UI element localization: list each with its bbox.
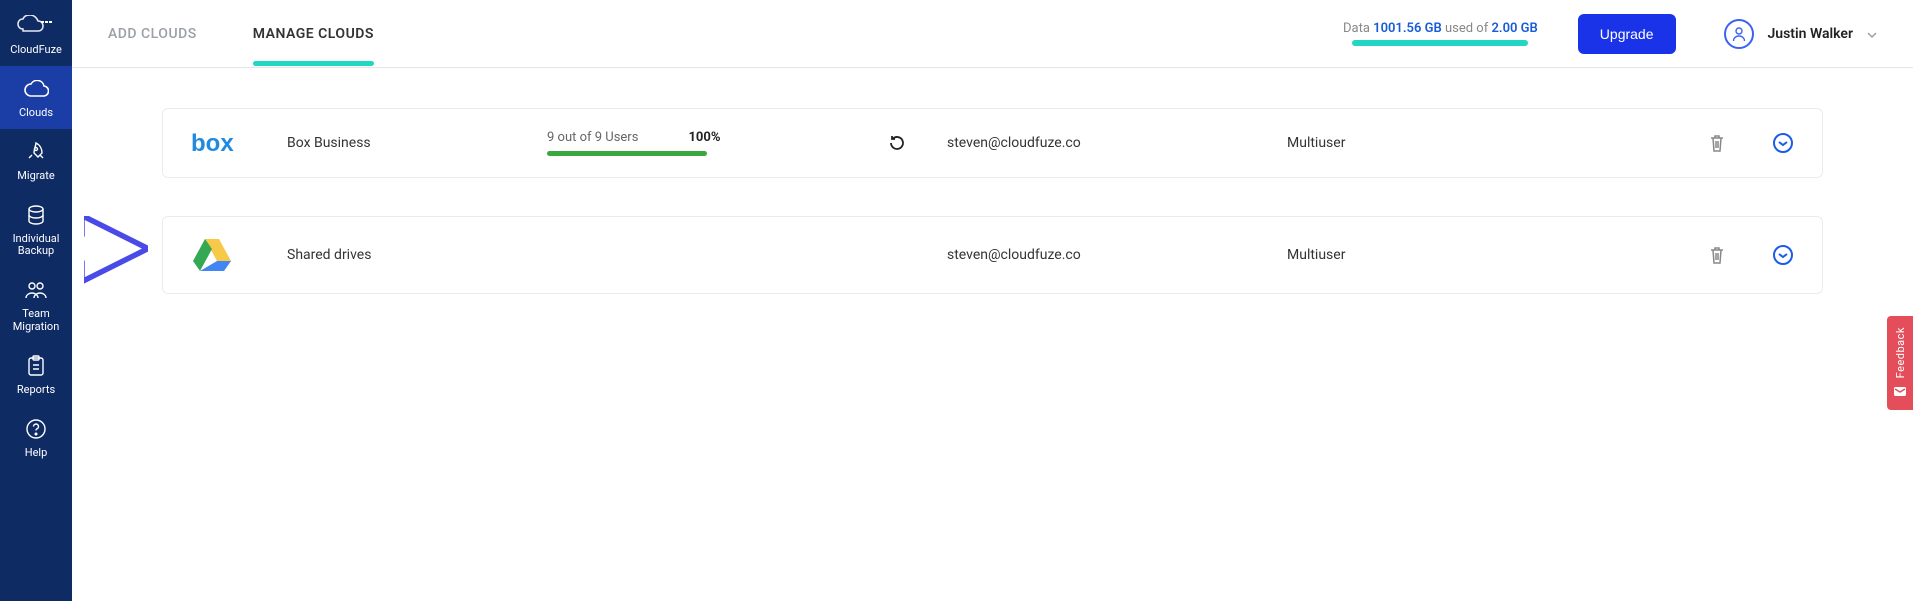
tab-manage-clouds[interactable]: MANAGE CLOUDS <box>253 2 374 66</box>
data-usage: Data 1001.56 GB used of 2.00 GB <box>1343 21 1538 46</box>
cloud-type: Multiuser <box>1287 135 1407 151</box>
sidebar-item-clouds[interactable]: Clouds <box>0 66 72 129</box>
cloud-progress: 9 out of 9 Users 100% <box>547 130 847 156</box>
progress-percent: 100% <box>688 130 720 145</box>
cloud-name: Box Business <box>287 135 547 151</box>
sidebar-item-team-migration[interactable]: Team Migration <box>0 267 72 342</box>
users-count: 9 out of 9 Users <box>547 130 638 145</box>
progress-bar <box>547 151 707 156</box>
main: ADD CLOUDS MANAGE CLOUDS Data 1001.56 GB… <box>72 0 1913 601</box>
cloud-email: steven@cloudfuze.co <box>947 247 1287 263</box>
usage-total: 2.00 GB <box>1491 21 1537 36</box>
data-usage-text: Data 1001.56 GB used of 2.00 GB <box>1343 21 1538 36</box>
usage-used: 1001.56 GB <box>1373 21 1442 36</box>
tab-add-clouds[interactable]: ADD CLOUDS <box>108 2 197 66</box>
sidebar-item-label: Help <box>25 447 48 459</box>
sidebar-item-individual-backup[interactable]: Individual Backup <box>0 192 72 267</box>
avatar-icon <box>1724 19 1754 49</box>
clipboard-icon <box>26 353 46 379</box>
sidebar-item-help[interactable]: Help <box>0 406 72 469</box>
sidebar-item-label: Clouds <box>19 107 53 119</box>
expand-button[interactable] <box>1772 132 1794 154</box>
sidebar-item-reports[interactable]: Reports <box>0 343 72 406</box>
sidebar: CloudFuze Clouds Migrate Individual Back… <box>0 0 72 601</box>
chevron-down-icon <box>1867 27 1877 41</box>
box-logo-icon: box <box>191 129 287 157</box>
feedback-tab[interactable]: Feedback <box>1887 316 1913 410</box>
cloud-card-shared-drives: Shared drives steven@cloudfuze.co Multiu… <box>162 216 1823 294</box>
sidebar-item-label: Reports <box>17 384 55 396</box>
cloudfuze-logo-icon <box>17 13 55 39</box>
svg-text:box: box <box>191 130 234 157</box>
sidebar-item-label: Team Migration <box>13 308 60 332</box>
content: box Box Business 9 out of 9 Users 100% s… <box>72 68 1913 372</box>
cloud-name: Shared drives <box>287 247 547 263</box>
feedback-icon <box>1893 385 1907 399</box>
tabs: ADD CLOUDS MANAGE CLOUDS <box>108 2 374 66</box>
annotation-arrow-icon <box>84 216 148 386</box>
data-usage-bar <box>1352 40 1528 46</box>
cloud-email: steven@cloudfuze.co <box>947 135 1287 151</box>
help-icon <box>25 416 47 442</box>
expand-button[interactable] <box>1772 244 1794 266</box>
refresh-button[interactable] <box>888 134 906 152</box>
cloud-card-box: box Box Business 9 out of 9 Users 100% s… <box>162 108 1823 178</box>
topbar: ADD CLOUDS MANAGE CLOUDS Data 1001.56 GB… <box>72 0 1913 68</box>
brand-name: CloudFuze <box>10 44 62 56</box>
user-menu[interactable]: Justin Walker <box>1724 19 1878 49</box>
sidebar-item-label: Individual Backup <box>13 233 60 257</box>
database-icon <box>25 202 47 228</box>
rocket-icon <box>25 139 47 165</box>
sidebar-item-migrate[interactable]: Migrate <box>0 129 72 192</box>
cloud-icon <box>23 76 49 102</box>
usage-prefix: Data <box>1343 21 1373 36</box>
delete-button[interactable] <box>1708 245 1726 265</box>
user-name: Justin Walker <box>1768 26 1854 42</box>
cloud-type: Multiuser <box>1287 247 1407 263</box>
upgrade-button[interactable]: Upgrade <box>1578 14 1676 54</box>
sidebar-item-label: Migrate <box>17 170 54 182</box>
google-drive-logo-icon <box>191 237 287 273</box>
team-icon <box>24 277 48 303</box>
brand-logo[interactable]: CloudFuze <box>0 8 72 66</box>
delete-button[interactable] <box>1708 133 1726 153</box>
feedback-label: Feedback <box>1894 327 1907 378</box>
usage-middle: used of <box>1442 21 1492 36</box>
